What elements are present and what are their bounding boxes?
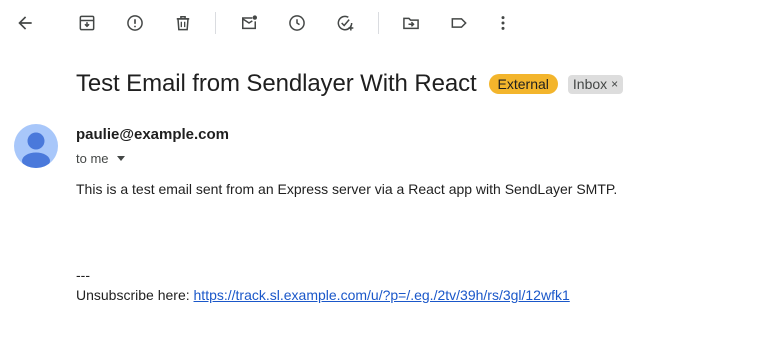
subject-row: Test Email from Sendlayer With React Ext…: [76, 70, 624, 98]
unsubscribe-line: Unsubscribe here: https://track.sl.examp…: [76, 287, 570, 303]
email-body-text: This is a test email sent from an Expres…: [76, 181, 618, 197]
label-button[interactable]: [444, 8, 474, 38]
move-to-button[interactable]: [396, 8, 426, 38]
move-to-icon: [403, 17, 419, 30]
caret-down-icon: [116, 156, 125, 161]
remove-label-icon[interactable]: ×: [611, 76, 618, 93]
inbox-label-chip: Inbox ×: [567, 74, 624, 94]
unsubscribe-prefix: Unsubscribe here:: [76, 287, 194, 303]
report-spam-icon: [127, 15, 143, 31]
person-icon: [22, 132, 50, 168]
external-badge: External: [488, 74, 558, 94]
mark-unread-icon: [242, 15, 257, 30]
report-spam-button[interactable]: [120, 8, 150, 38]
inbox-label-text: Inbox: [572, 75, 608, 92]
delete-icon: [176, 16, 190, 31]
toolbar-divider: [378, 12, 379, 34]
archive-button[interactable]: [72, 8, 102, 38]
recipient-details-toggle[interactable]: to me: [76, 151, 125, 166]
add-to-tasks-icon: [337, 15, 354, 31]
more-options-icon: [501, 16, 505, 30]
toolbar-divider: [215, 12, 216, 34]
recipient-label: to me: [76, 151, 109, 166]
snooze-icon: [289, 15, 305, 31]
more-options-button[interactable]: [488, 8, 518, 38]
archive-icon: [79, 15, 95, 31]
delete-button[interactable]: [168, 8, 198, 38]
signature-separator: ---: [76, 267, 90, 283]
avatar[interactable]: [14, 124, 58, 168]
unsubscribe-link[interactable]: https://track.sl.example.com/u/?p=/.eg./…: [194, 287, 570, 303]
back-button[interactable]: [10, 8, 40, 38]
back-arrow-icon: [18, 16, 32, 30]
add-to-tasks-button[interactable]: [330, 8, 360, 38]
label-icon: [451, 18, 467, 28]
mark-unread-button[interactable]: [234, 8, 264, 38]
snooze-button[interactable]: [282, 8, 312, 38]
message-toolbar: [0, 0, 768, 46]
email-subject: Test Email from Sendlayer With React: [76, 70, 477, 97]
sender-address[interactable]: paulie@example.com: [76, 126, 229, 143]
